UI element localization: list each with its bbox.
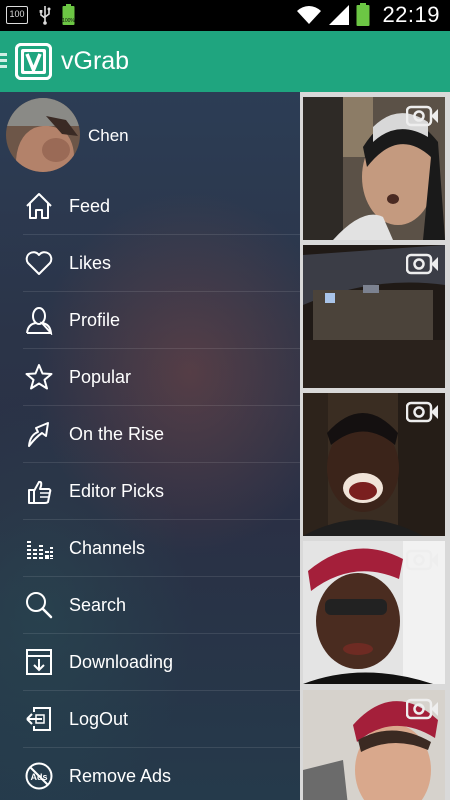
star-icon	[25, 364, 53, 390]
wifi-icon	[297, 6, 322, 24]
menu-item-profile[interactable]: Profile	[0, 292, 300, 349]
drawer-toggle-icon[interactable]	[0, 53, 7, 71]
profile-header[interactable]: Chen	[0, 92, 300, 178]
download-icon	[26, 649, 52, 675]
menu-item-editor-picks[interactable]: Editor Picks	[0, 463, 300, 520]
video-grid	[300, 92, 450, 800]
usb-icon	[39, 6, 51, 25]
menu-item-downloading[interactable]: Downloading	[0, 634, 300, 691]
person-icon	[26, 307, 53, 335]
thumbs-up-icon	[28, 480, 52, 504]
menu-item-label: Editor Picks	[69, 481, 165, 501]
menu-item-feed[interactable]: Feed	[0, 178, 300, 235]
heart-icon	[25, 251, 53, 275]
menu-item-label: Channels	[69, 538, 146, 558]
video-camera-icon	[406, 105, 438, 127]
search-icon	[26, 592, 53, 619]
menu-item-on-the-rise[interactable]: On the Rise	[0, 406, 300, 463]
menu-item-label: Profile	[69, 310, 121, 330]
menu-item-label: Downloading	[69, 652, 174, 672]
menu-item-label: On the Rise	[69, 424, 165, 444]
video-thumbnail[interactable]	[303, 690, 445, 800]
menu-item-label: Popular	[69, 367, 132, 387]
logout-icon	[26, 707, 51, 731]
menu-item-search[interactable]: Search	[0, 577, 300, 634]
navigation-drawer: Chen Feed Likes Profile Popular On the R…	[0, 92, 300, 800]
home-icon	[26, 193, 52, 219]
app-title: vGrab	[61, 47, 130, 75]
video-thumbnail[interactable]	[303, 541, 445, 684]
video-thumbnail[interactable]	[303, 245, 445, 388]
menu-item-label: Remove Ads	[69, 766, 172, 786]
no-ads-badge-text: Ads	[30, 772, 47, 782]
battery-full-icon: 100%	[62, 4, 75, 26]
video-camera-icon	[406, 549, 438, 571]
menu-item-logout[interactable]: LogOut	[0, 691, 300, 748]
equalizer-icon	[27, 541, 53, 559]
menu-item-label: Search	[69, 595, 127, 615]
battery-small-label: 100%	[62, 18, 75, 24]
video-thumbnail[interactable]	[303, 393, 445, 536]
menu-item-label: LogOut	[69, 709, 129, 729]
avatar[interactable]	[6, 98, 80, 172]
menu-item-likes[interactable]: Likes	[0, 235, 300, 292]
battery-percent-icon: 100	[6, 6, 28, 24]
video-thumbnail[interactable]	[303, 97, 445, 240]
no-ads-icon: Ads	[25, 762, 53, 790]
profile-name: Chen	[88, 126, 129, 145]
video-camera-icon	[406, 698, 438, 720]
clock: 22:19	[382, 2, 440, 27]
video-camera-icon	[406, 253, 438, 275]
rising-arrow-icon	[28, 422, 49, 447]
drawer-menu: Feed Likes Profile Popular On the Rise E…	[0, 178, 300, 800]
signal-icon	[329, 5, 350, 25]
menu-item-popular[interactable]: Popular	[0, 349, 300, 406]
battery-icon	[356, 3, 370, 26]
status-bar: 100 100% 22:19	[0, 0, 450, 31]
menu-item-remove-ads[interactable]: Ads Remove Ads	[0, 748, 300, 800]
app-logo-icon[interactable]	[15, 43, 52, 80]
menu-item-label: Likes	[69, 253, 112, 273]
menu-item-label: Feed	[69, 196, 111, 216]
menu-item-channels[interactable]: Channels	[0, 520, 300, 577]
app-bar: vGrab	[0, 31, 450, 92]
video-camera-icon	[406, 401, 438, 423]
